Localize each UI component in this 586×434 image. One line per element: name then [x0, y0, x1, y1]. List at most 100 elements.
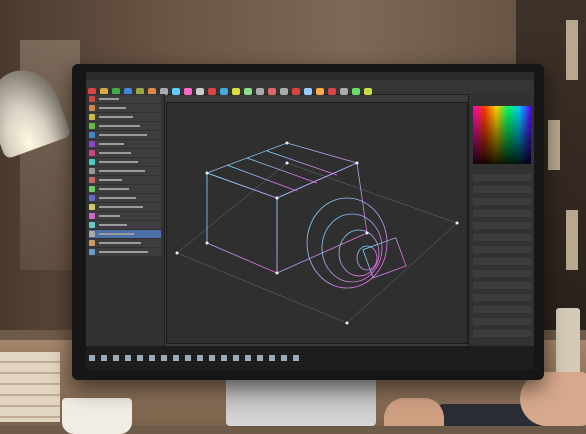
toolbar-icon[interactable]	[196, 88, 204, 95]
taskbar-icon[interactable]	[101, 355, 107, 361]
toolbar-icon[interactable]	[256, 88, 264, 95]
3d-viewport[interactable]	[166, 102, 468, 344]
layer-row[interactable]	[89, 149, 161, 157]
toolbar-icon[interactable]	[352, 88, 360, 95]
toolbar-icon[interactable]	[364, 88, 372, 95]
toolbar-icon[interactable]	[328, 88, 336, 95]
taskbar-icon[interactable]	[185, 355, 191, 361]
taskbar-icon[interactable]	[113, 355, 119, 361]
taskbar-icon[interactable]	[137, 355, 143, 361]
layer-row[interactable]	[89, 203, 161, 211]
property-row[interactable]	[473, 210, 531, 217]
layer-row[interactable]	[89, 212, 161, 220]
layer-row[interactable]	[89, 104, 161, 112]
toolbar-icon[interactable]	[340, 88, 348, 95]
layer-label	[99, 161, 138, 163]
layer-row[interactable]	[89, 176, 161, 184]
layer-label	[99, 152, 131, 154]
taskbar-icon[interactable]	[149, 355, 155, 361]
toolbar-icon[interactable]	[244, 88, 252, 95]
layers-panel	[86, 94, 165, 346]
toolbar-icon[interactable]	[184, 88, 192, 95]
wireframe-body	[205, 142, 407, 289]
layer-swatch	[89, 168, 95, 174]
layer-row[interactable]	[89, 158, 161, 166]
taskbar-icon[interactable]	[257, 355, 263, 361]
coffee-mug	[62, 398, 132, 434]
layer-label	[99, 197, 136, 199]
toolbar-icon[interactable]	[292, 88, 300, 95]
taskbar-icon[interactable]	[221, 355, 227, 361]
properties-panel	[468, 94, 534, 346]
property-row[interactable]	[473, 234, 531, 241]
layer-label	[99, 251, 148, 253]
taskbar-icon[interactable]	[245, 355, 251, 361]
property-row[interactable]	[473, 330, 531, 337]
wireframe-model	[175, 141, 459, 325]
hand-on-keyboard	[384, 398, 444, 426]
toolbar-icon[interactable]	[220, 88, 228, 95]
layer-swatch	[89, 105, 95, 111]
property-row[interactable]	[473, 246, 531, 253]
property-row[interactable]	[473, 198, 531, 205]
pencil-cup	[556, 308, 580, 378]
taskbar-icon[interactable]	[197, 355, 203, 361]
property-row[interactable]	[473, 258, 531, 265]
toolbar-icon[interactable]	[208, 88, 216, 95]
layer-label	[99, 107, 126, 109]
taskbar-icon[interactable]	[281, 355, 287, 361]
taskbar	[86, 346, 534, 370]
toolbar-icon[interactable]	[316, 88, 324, 95]
layer-swatch	[89, 240, 95, 246]
taskbar-icon[interactable]	[269, 355, 275, 361]
hand-on-mouse	[520, 372, 586, 426]
property-row[interactable]	[473, 306, 531, 313]
layer-label	[99, 125, 140, 127]
layer-swatch	[89, 195, 95, 201]
color-picker[interactable]	[473, 106, 531, 164]
layer-label	[99, 206, 143, 208]
taskbar-icon[interactable]	[125, 355, 131, 361]
toolbar-icon[interactable]	[280, 88, 288, 95]
toolbar-icon[interactable]	[172, 88, 180, 95]
taskbar-icon[interactable]	[173, 355, 179, 361]
layer-row[interactable]	[89, 221, 161, 229]
layer-row[interactable]	[89, 140, 161, 148]
property-row[interactable]	[473, 294, 531, 301]
layer-row[interactable]	[89, 122, 161, 130]
ground-grid	[176, 162, 458, 324]
layer-swatch	[89, 204, 95, 210]
layer-label	[99, 242, 141, 244]
layer-row[interactable]	[89, 95, 161, 103]
layer-row[interactable]	[89, 167, 161, 175]
property-row[interactable]	[473, 282, 531, 289]
layer-swatch	[89, 114, 95, 120]
toolbar-icon[interactable]	[232, 88, 240, 95]
layer-row[interactable]	[89, 113, 161, 121]
layer-row[interactable]	[89, 185, 161, 193]
taskbar-icon[interactable]	[293, 355, 299, 361]
screen-ui	[86, 72, 534, 370]
layer-swatch	[89, 186, 95, 192]
property-row[interactable]	[473, 222, 531, 229]
taskbar-icon[interactable]	[209, 355, 215, 361]
layer-row[interactable]	[89, 230, 161, 238]
property-row[interactable]	[473, 186, 531, 193]
property-row[interactable]	[473, 270, 531, 277]
layer-label	[99, 215, 120, 217]
layer-swatch	[89, 249, 95, 255]
layer-swatch	[89, 222, 95, 228]
menu-bar	[86, 72, 534, 87]
layer-label	[99, 224, 127, 226]
layer-row[interactable]	[89, 194, 161, 202]
taskbar-icon[interactable]	[89, 355, 95, 361]
layer-row[interactable]	[89, 131, 161, 139]
layer-row[interactable]	[89, 248, 161, 256]
toolbar-icon[interactable]	[268, 88, 276, 95]
taskbar-icon[interactable]	[161, 355, 167, 361]
layer-row[interactable]	[89, 239, 161, 247]
property-row[interactable]	[473, 174, 531, 181]
property-row[interactable]	[473, 318, 531, 325]
taskbar-icon[interactable]	[233, 355, 239, 361]
toolbar-icon[interactable]	[304, 88, 312, 95]
